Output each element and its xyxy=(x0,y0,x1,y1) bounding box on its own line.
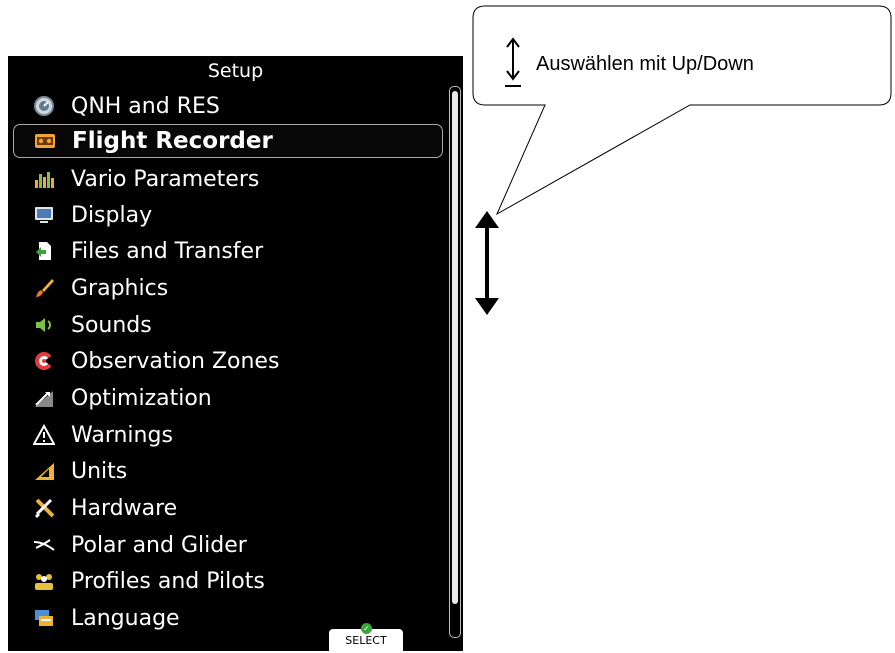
callout-text: Auswählen mit Up/Down xyxy=(536,53,754,75)
up-down-arrow-icon xyxy=(503,37,523,95)
callout-bubble xyxy=(472,5,892,216)
scroll-arrow-icon xyxy=(475,211,499,315)
callout-overlay xyxy=(472,5,892,315)
